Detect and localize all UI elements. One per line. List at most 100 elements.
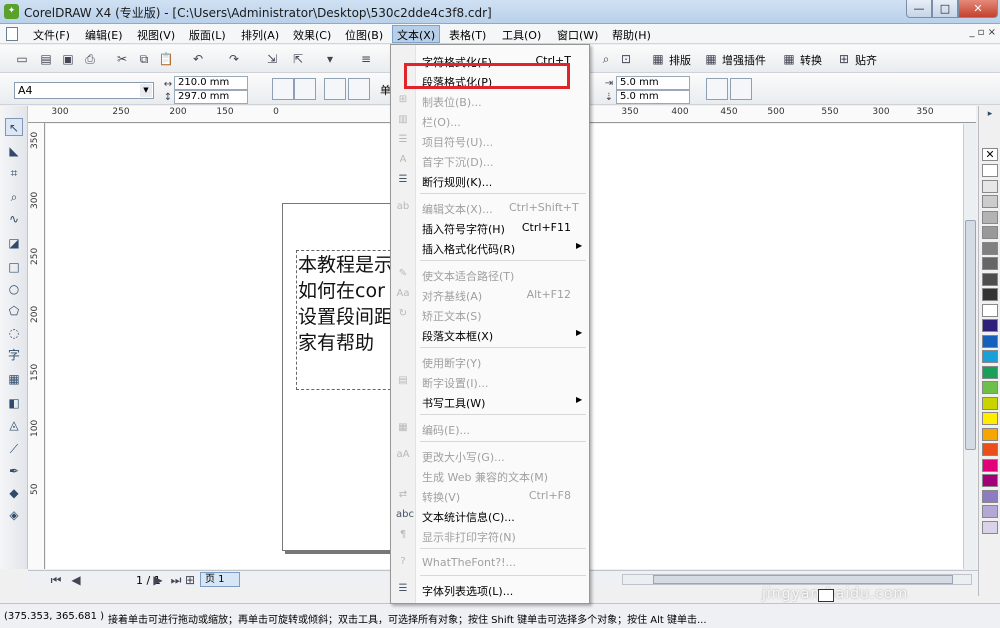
palette-menu-icon[interactable]: ▸ bbox=[982, 108, 998, 120]
document-window-controls[interactable]: _ ▫ × bbox=[969, 27, 996, 38]
color-swatch[interactable] bbox=[982, 319, 998, 332]
add-page-icon[interactable]: ⊞ bbox=[182, 572, 198, 588]
paper-width-field[interactable]: 210.0 mm bbox=[174, 76, 248, 90]
vertical-scrollbar-thumb[interactable] bbox=[965, 220, 976, 450]
open-folder-icon[interactable]: ▤ bbox=[38, 51, 54, 67]
menu-arrange[interactable]: 排列(A) bbox=[241, 27, 279, 43]
color-swatch[interactable] bbox=[982, 474, 998, 487]
minimize-button[interactable]: — bbox=[906, 0, 932, 18]
color-swatch[interactable] bbox=[982, 303, 998, 317]
previous-page-icon[interactable]: ◀ bbox=[68, 572, 84, 588]
ellipse-tool-icon[interactable]: ○ bbox=[5, 280, 23, 298]
outline-tool-icon[interactable]: ✒ bbox=[5, 462, 23, 480]
crop-tool-icon[interactable]: ⌗ bbox=[5, 164, 23, 182]
paragraph-text[interactable]: 本教程是示 如何在cor 设置段间距 家有帮助 bbox=[298, 252, 390, 356]
color-swatch[interactable] bbox=[982, 350, 998, 363]
fill-color-indicator[interactable] bbox=[818, 589, 834, 602]
redo-icon[interactable]: ↷ bbox=[226, 51, 242, 67]
paper-size-select[interactable]: A4 ▼ bbox=[14, 82, 154, 99]
basic-shapes-tool-icon[interactable]: ◌ bbox=[5, 324, 23, 342]
color-swatch[interactable] bbox=[982, 427, 998, 441]
shape-tool-icon[interactable]: ◣ bbox=[5, 142, 23, 160]
text-menu-item[interactable]: 插入符号字符(H) Ctrl+F11 bbox=[391, 217, 589, 237]
undo-icon[interactable]: ↶ bbox=[190, 51, 206, 67]
text-tool-icon[interactable]: 字 bbox=[5, 346, 23, 364]
options-button[interactable] bbox=[730, 78, 752, 100]
cut-icon[interactable]: ✂ bbox=[114, 51, 130, 67]
zoom-page-icon[interactable]: ⊡ bbox=[618, 51, 634, 67]
horizontal-scrollbar[interactable] bbox=[622, 574, 972, 585]
text-menu-item[interactable]: 段落文本框(X) ▶ bbox=[391, 324, 589, 344]
smart-fill-tool-icon[interactable]: ◪ bbox=[5, 234, 23, 252]
color-swatch[interactable] bbox=[982, 210, 998, 224]
toolbar-label-snap[interactable]: 贴齐 bbox=[855, 52, 877, 68]
convert-icon[interactable]: ▦ bbox=[781, 51, 797, 67]
all-pages-button[interactable] bbox=[324, 78, 346, 100]
welcome-screen-icon[interactable]: ≡ bbox=[358, 51, 374, 67]
menu-view[interactable]: 视图(V) bbox=[137, 27, 175, 43]
current-page-button[interactable] bbox=[348, 78, 370, 100]
paste-icon[interactable]: 📋 bbox=[158, 51, 174, 67]
text-menu-item[interactable]: 书写工具(W) ▶ bbox=[391, 391, 589, 411]
toolbar-label-convert[interactable]: 转换 bbox=[800, 52, 822, 68]
color-swatch[interactable] bbox=[982, 443, 998, 456]
color-swatch[interactable] bbox=[982, 257, 998, 270]
plugin-icon[interactable]: ▦ bbox=[703, 51, 719, 67]
color-swatch[interactable] bbox=[982, 458, 998, 472]
fill-tool-icon[interactable]: ◆ bbox=[5, 484, 23, 502]
menu-edit[interactable]: 编辑(E) bbox=[85, 27, 123, 43]
polygon-tool-icon[interactable]: ⬠ bbox=[5, 302, 23, 320]
duplicate-distance-x-field[interactable]: 5.0 mm bbox=[616, 76, 690, 90]
chevron-down-icon[interactable]: ▼ bbox=[140, 84, 152, 97]
menu-bitmaps[interactable]: 位图(B) bbox=[345, 27, 383, 43]
first-page-icon[interactable]: ⏮ bbox=[48, 572, 64, 588]
menu-window[interactable]: 窗口(W) bbox=[557, 27, 598, 43]
pick-tool-icon[interactable]: ↖ bbox=[5, 118, 23, 136]
portrait-button[interactable] bbox=[272, 78, 294, 100]
zoom-icon[interactable]: ⌕ bbox=[598, 51, 614, 67]
vertical-scrollbar[interactable] bbox=[963, 124, 976, 569]
transparency-tool-icon[interactable]: ◬ bbox=[5, 416, 23, 434]
color-swatch[interactable] bbox=[982, 179, 998, 193]
text-menu-item[interactable]: ☰ 字体列表选项(L)... bbox=[391, 579, 589, 599]
paper-height-field[interactable]: 297.0 mm bbox=[174, 90, 248, 104]
no-color-swatch[interactable]: ✕ bbox=[982, 148, 998, 161]
color-swatch[interactable] bbox=[982, 520, 998, 534]
menu-help[interactable]: 帮助(H) bbox=[612, 27, 651, 43]
color-swatch[interactable] bbox=[982, 505, 998, 518]
menu-text[interactable]: 文本(X) bbox=[392, 25, 441, 43]
menu-table[interactable]: 表格(T) bbox=[449, 27, 486, 43]
print-icon[interactable]: ⎙ bbox=[82, 51, 98, 67]
freehand-tool-icon[interactable]: ∿ bbox=[5, 210, 23, 228]
menu-file[interactable]: 文件(F) bbox=[33, 27, 70, 43]
table-tool-icon[interactable]: ▦ bbox=[5, 370, 23, 388]
close-button[interactable]: ✕ bbox=[958, 0, 998, 18]
text-menu-item[interactable]: 插入格式化代码(R) ▶ bbox=[391, 237, 589, 257]
color-swatch[interactable] bbox=[982, 381, 998, 394]
duplicate-distance-y-field[interactable]: 5.0 mm bbox=[616, 90, 690, 104]
horizontal-scrollbar-thumb[interactable] bbox=[653, 575, 953, 584]
color-swatch[interactable] bbox=[982, 288, 998, 301]
layout-icon[interactable]: ▦ bbox=[650, 51, 666, 67]
color-swatch[interactable] bbox=[982, 412, 998, 425]
toolbar-label-typeset[interactable]: 排版 bbox=[669, 52, 691, 68]
next-page-icon[interactable]: ▶ bbox=[150, 572, 166, 588]
export-icon[interactable]: ⇱ bbox=[290, 51, 306, 67]
color-swatch[interactable] bbox=[982, 195, 998, 208]
page-tab[interactable]: 页 1 bbox=[200, 572, 240, 587]
menu-effects[interactable]: 效果(C) bbox=[293, 27, 331, 43]
color-swatch[interactable] bbox=[982, 334, 998, 348]
rectangle-tool-icon[interactable]: □ bbox=[5, 258, 23, 276]
color-swatch[interactable] bbox=[982, 226, 998, 239]
save-icon[interactable]: ▣ bbox=[60, 51, 76, 67]
maximize-button[interactable]: □ bbox=[932, 0, 958, 18]
toolbar-label-plugins[interactable]: 增强插件 bbox=[722, 52, 766, 68]
menu-layout[interactable]: 版面(L) bbox=[189, 27, 226, 43]
landscape-button[interactable] bbox=[294, 78, 316, 100]
color-swatch[interactable] bbox=[982, 396, 998, 410]
new-document-icon[interactable]: ▭ bbox=[14, 51, 30, 67]
eyedropper-tool-icon[interactable]: ⟋ bbox=[5, 440, 23, 458]
import-icon[interactable]: ⇲ bbox=[264, 51, 280, 67]
interactive-fill-tool-icon[interactable]: ◈ bbox=[5, 506, 23, 524]
text-menu-item[interactable]: ☰ 断行规则(K)... bbox=[391, 170, 589, 190]
